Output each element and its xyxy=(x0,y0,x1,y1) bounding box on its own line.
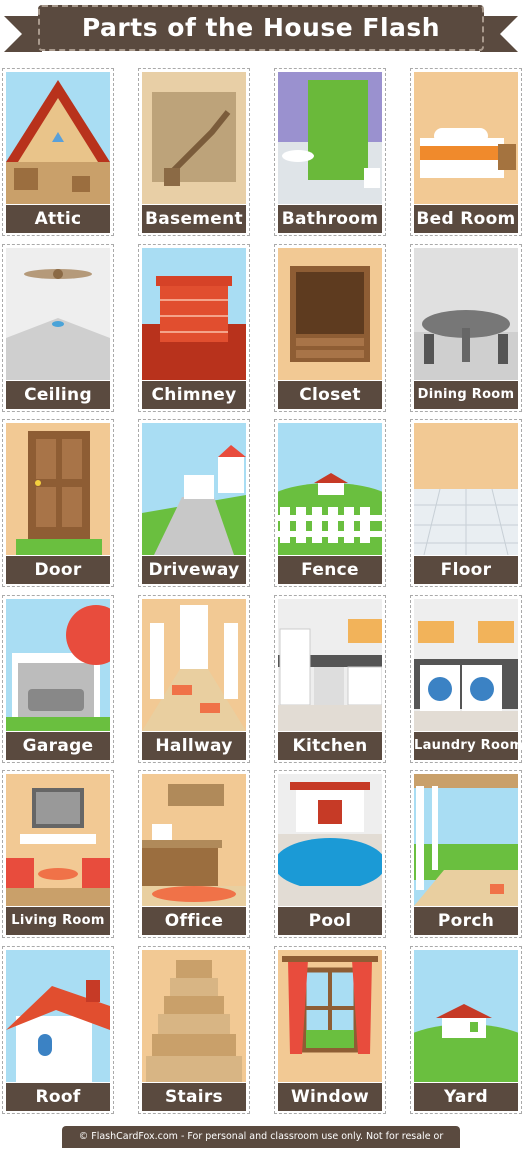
flash-card: Chimney xyxy=(138,244,250,412)
pool-picture xyxy=(278,774,382,906)
flash-card: Hallway xyxy=(138,595,250,763)
card-label: Hallway xyxy=(142,732,246,760)
flash-card: Office xyxy=(138,770,250,938)
card-label: Bed Room xyxy=(414,205,518,233)
driveway-picture xyxy=(142,423,246,555)
closet-picture xyxy=(278,248,382,380)
flash-card: Stairs xyxy=(138,946,250,1114)
window-picture xyxy=(278,950,382,1082)
ceiling-picture xyxy=(6,248,110,380)
kitchen-picture xyxy=(278,599,382,731)
porch-picture xyxy=(414,774,518,906)
flash-card: Bathroom xyxy=(274,68,386,236)
flash-card: Ceiling xyxy=(2,244,114,412)
attic-picture xyxy=(6,72,110,204)
card-label: Laundry Room xyxy=(414,732,522,760)
card-label: Door xyxy=(6,556,110,584)
flash-card: Roof xyxy=(2,946,114,1114)
stairs-picture xyxy=(142,950,246,1082)
bathroom-picture xyxy=(278,72,382,204)
card-label: Closet xyxy=(278,381,382,409)
card-label: Yard xyxy=(414,1083,518,1111)
card-label: Bathroom xyxy=(278,205,382,233)
flash-card: Door xyxy=(2,419,114,587)
laundry-room-picture xyxy=(414,599,518,731)
flash-card: Pool xyxy=(274,770,386,938)
card-label: Basement xyxy=(142,205,246,233)
roof-picture xyxy=(6,950,110,1082)
card-label: Fence xyxy=(278,556,382,584)
garage-picture xyxy=(6,599,110,731)
flash-card: Closet xyxy=(274,244,386,412)
yard-picture xyxy=(414,950,518,1082)
card-label: Office xyxy=(142,907,246,935)
card-label: Ceiling xyxy=(6,381,110,409)
flash-card: Bed Room xyxy=(410,68,522,236)
flash-card: Basement xyxy=(138,68,250,236)
flash-card: Kitchen xyxy=(274,595,386,763)
chimney-picture xyxy=(142,248,246,380)
flash-card: Fence xyxy=(274,419,386,587)
page-title: Parts of the House Flash Cards xyxy=(81,13,441,88)
card-label: Pool xyxy=(278,907,382,935)
flash-card: Garage xyxy=(2,595,114,763)
card-label: Attic xyxy=(6,205,110,233)
card-label: Driveway xyxy=(142,556,246,584)
flash-card: Driveway xyxy=(138,419,250,587)
floor-picture xyxy=(414,423,518,555)
card-label: Living Room xyxy=(6,907,110,935)
card-label: Garage xyxy=(6,732,110,760)
card-label: Window xyxy=(278,1083,382,1111)
card-label: Dining Room xyxy=(414,381,518,409)
flash-card: Attic xyxy=(2,68,114,236)
banner-ribbon-right xyxy=(480,16,518,52)
door-picture xyxy=(6,423,110,555)
card-label: Floor xyxy=(414,556,518,584)
flash-card: Laundry Room xyxy=(410,595,522,763)
card-label: Porch xyxy=(414,907,518,935)
card-label: Chimney xyxy=(142,381,246,409)
flash-card: Window xyxy=(274,946,386,1114)
card-label: Kitchen xyxy=(278,732,382,760)
banner-ribbon-left xyxy=(4,16,42,52)
flash-card: Yard xyxy=(410,946,522,1114)
office-picture xyxy=(142,774,246,906)
card-label: Roof xyxy=(6,1083,110,1111)
flash-card: Living Room xyxy=(2,770,114,938)
fence-picture xyxy=(278,423,382,555)
flash-card: Porch xyxy=(410,770,522,938)
bedroom-picture xyxy=(414,72,518,204)
flash-card: Dining Room xyxy=(410,244,522,412)
basement-picture xyxy=(142,72,246,204)
living-room-picture xyxy=(6,774,110,906)
flash-card: Floor xyxy=(410,419,522,587)
dining-room-picture xyxy=(414,248,518,380)
card-label: Stairs xyxy=(142,1083,246,1111)
hallway-picture xyxy=(142,599,246,731)
footer-copyright: © FlashCardFox.com - For personal and cl… xyxy=(62,1126,460,1164)
